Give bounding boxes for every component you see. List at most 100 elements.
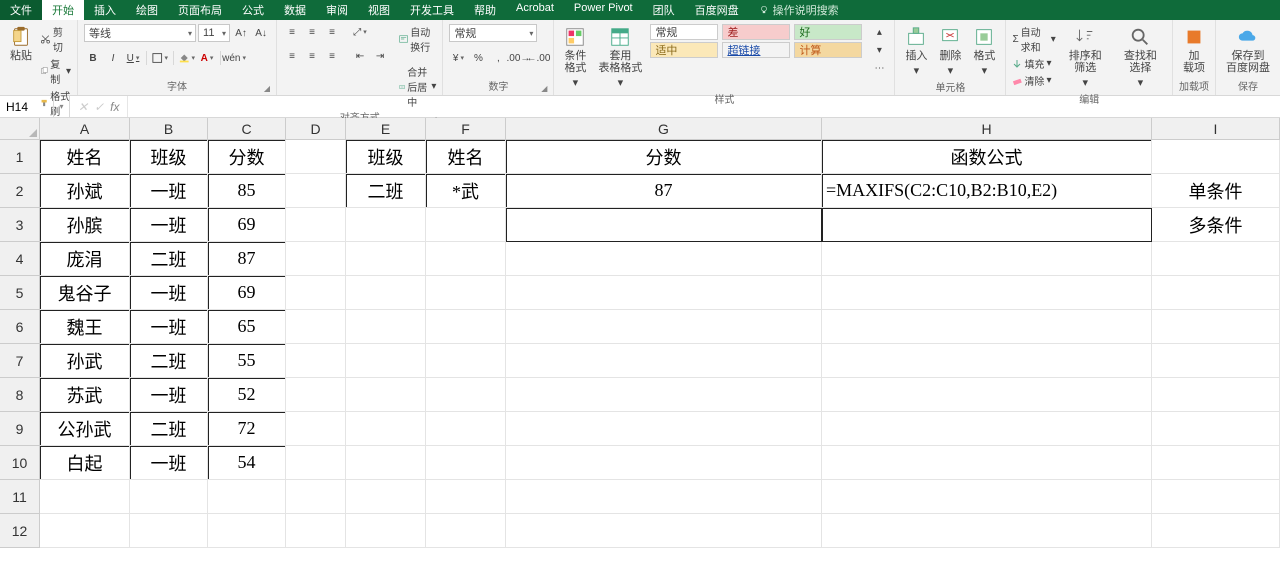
cell-H4[interactable]: [822, 242, 1152, 276]
row-header-8[interactable]: 8: [0, 378, 40, 412]
cell-C9[interactable]: [208, 412, 286, 446]
cell-B2[interactable]: [130, 174, 208, 208]
phonetic-button[interactable]: wén: [225, 50, 243, 66]
col-header-F[interactable]: F: [426, 118, 506, 140]
row-header-5[interactable]: 5: [0, 276, 40, 310]
cell-I3[interactable]: [1152, 208, 1280, 242]
sort-filter-button[interactable]: 排序和筛选▾: [1060, 24, 1111, 91]
cell-E11[interactable]: [346, 480, 426, 514]
cell-C2[interactable]: [208, 174, 286, 208]
cell-D6[interactable]: [286, 310, 346, 344]
cell-H8[interactable]: [822, 378, 1152, 412]
cell-H2[interactable]: [822, 174, 1152, 208]
tab-acrobat[interactable]: Acrobat: [506, 0, 564, 20]
cell-I5[interactable]: [1152, 276, 1280, 310]
cell-I8[interactable]: [1152, 378, 1280, 412]
comma-button[interactable]: ,: [489, 50, 507, 66]
col-header-E[interactable]: E: [346, 118, 426, 140]
font-launcher[interactable]: ◢: [264, 84, 270, 93]
cell-D2[interactable]: [286, 174, 346, 208]
decrease-indent-button[interactable]: ⇤: [351, 48, 369, 64]
border-button[interactable]: [151, 50, 169, 66]
increase-font-button[interactable]: A↑: [232, 25, 250, 41]
increase-decimal-button[interactable]: .00→: [509, 50, 527, 66]
cell-G7[interactable]: [506, 344, 822, 378]
cell-C10[interactable]: [208, 446, 286, 480]
font-color-button[interactable]: A: [198, 50, 216, 66]
cell-G2[interactable]: [506, 174, 822, 208]
tab-powerpivot[interactable]: Power Pivot: [564, 0, 643, 20]
cell-G8[interactable]: [506, 378, 822, 412]
cell-D5[interactable]: [286, 276, 346, 310]
align-bottom-button[interactable]: ≡: [323, 24, 341, 40]
increase-indent-button[interactable]: ⇥: [371, 48, 389, 64]
fill-button[interactable]: 填充 ▾: [1012, 56, 1055, 71]
cell-F7[interactable]: [426, 344, 506, 378]
percent-button[interactable]: %: [469, 50, 487, 66]
cell-H10[interactable]: [822, 446, 1152, 480]
cell-E12[interactable]: [346, 514, 426, 548]
worksheet-grid[interactable]: ABCDEFGHI 123456789101112 姓名班级分数孙斌一班85孙膑…: [0, 118, 1280, 580]
cell-A10[interactable]: [40, 446, 130, 480]
cell-A9[interactable]: [40, 412, 130, 446]
row-header-4[interactable]: 4: [0, 242, 40, 276]
cell-F3[interactable]: [426, 208, 506, 242]
cell-H12[interactable]: [822, 514, 1152, 548]
style-normal[interactable]: 常规: [650, 24, 718, 40]
cell-H1[interactable]: [822, 140, 1152, 174]
style-neutral[interactable]: 适中: [650, 42, 718, 58]
cell-E8[interactable]: [346, 378, 426, 412]
cell-H7[interactable]: [822, 344, 1152, 378]
col-header-G[interactable]: G: [506, 118, 822, 140]
row-header-9[interactable]: 9: [0, 412, 40, 446]
cell-E9[interactable]: [346, 412, 426, 446]
cell-A5[interactable]: [40, 276, 130, 310]
cell-D4[interactable]: [286, 242, 346, 276]
style-link[interactable]: 超链接: [722, 42, 790, 58]
row-header-6[interactable]: 6: [0, 310, 40, 344]
cell-D3[interactable]: [286, 208, 346, 242]
cell-G4[interactable]: [506, 242, 822, 276]
currency-button[interactable]: ¥: [449, 50, 467, 66]
cell-F11[interactable]: [426, 480, 506, 514]
cell-H11[interactable]: [822, 480, 1152, 514]
cell-G6[interactable]: [506, 310, 822, 344]
cell-B11[interactable]: [130, 480, 208, 514]
cell-A8[interactable]: [40, 378, 130, 412]
style-good[interactable]: 好: [794, 24, 862, 40]
italic-button[interactable]: I: [104, 50, 122, 66]
cell-B3[interactable]: [130, 208, 208, 242]
underline-button[interactable]: U: [124, 50, 142, 66]
cell-I4[interactable]: [1152, 242, 1280, 276]
styles-scroll-down[interactable]: ▾: [870, 42, 888, 58]
conditional-format-button[interactable]: 条件格式▾: [560, 24, 590, 91]
cell-A3[interactable]: [40, 208, 130, 242]
row-header-3[interactable]: 3: [0, 208, 40, 242]
styles-scroll-up[interactable]: ▴: [870, 24, 888, 40]
align-left-button[interactable]: ≡: [283, 48, 301, 64]
copy-button[interactable]: 复制 ▾: [40, 56, 71, 86]
tab-help[interactable]: 帮助: [464, 0, 506, 20]
cell-E6[interactable]: [346, 310, 426, 344]
cell-F8[interactable]: [426, 378, 506, 412]
format-as-table-button[interactable]: 套用 表格格式▾: [594, 24, 646, 91]
tab-layout[interactable]: 页面布局: [168, 0, 232, 20]
cell-B1[interactable]: [130, 140, 208, 174]
row-header-7[interactable]: 7: [0, 344, 40, 378]
align-middle-button[interactable]: ≡: [303, 24, 321, 40]
fx-button[interactable]: fx: [110, 100, 119, 114]
save-baidu-button[interactable]: 保存到 百度网盘: [1222, 24, 1274, 76]
cell-F5[interactable]: [426, 276, 506, 310]
select-all-corner[interactable]: [0, 118, 40, 140]
cell-A12[interactable]: [40, 514, 130, 548]
cell-C7[interactable]: [208, 344, 286, 378]
style-calc[interactable]: 计算: [794, 42, 862, 58]
format-cells-button[interactable]: 格式▾: [969, 24, 999, 79]
tab-review[interactable]: 审阅: [316, 0, 358, 20]
cell-A7[interactable]: [40, 344, 130, 378]
align-center-button[interactable]: ≡: [303, 48, 321, 64]
cell-H9[interactable]: [822, 412, 1152, 446]
font-size-select[interactable]: 11: [198, 24, 230, 42]
cell-D11[interactable]: [286, 480, 346, 514]
cell-G3[interactable]: [506, 208, 822, 242]
